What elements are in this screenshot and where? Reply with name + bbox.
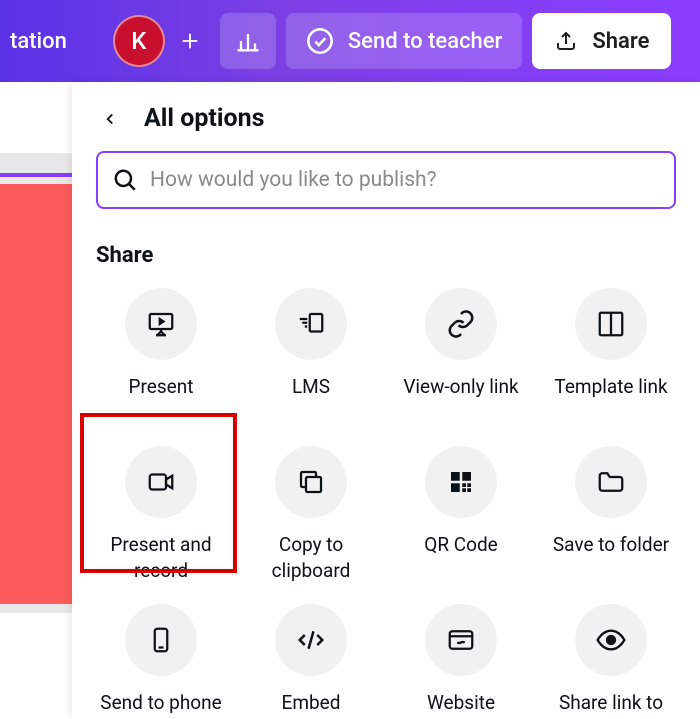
qr-code-icon bbox=[446, 467, 476, 497]
option-website[interactable]: Website bbox=[386, 598, 536, 719]
chevron-left-icon bbox=[101, 110, 119, 128]
website-icon bbox=[446, 625, 476, 655]
option-present-and-record[interactable]: Present and record bbox=[86, 440, 236, 590]
option-label: Save to folder bbox=[553, 532, 669, 584]
option-label: LMS bbox=[292, 374, 330, 426]
share-panel: All options Share Present LMS View-only … bbox=[72, 82, 700, 719]
option-send-to-phone[interactable]: Send to phone bbox=[86, 598, 236, 719]
phone-icon bbox=[146, 625, 176, 655]
option-label: Embed bbox=[282, 690, 341, 719]
option-present[interactable]: Present bbox=[86, 282, 236, 432]
copy-icon bbox=[296, 467, 326, 497]
share-button[interactable]: Share bbox=[532, 13, 671, 69]
option-copy-to-clipboard[interactable]: Copy to clipboard bbox=[236, 440, 386, 590]
canvas-slide bbox=[0, 184, 80, 604]
option-label: Template link bbox=[554, 374, 667, 426]
option-lms[interactable]: LMS bbox=[236, 282, 386, 432]
option-label: Present and record bbox=[90, 532, 232, 584]
lms-icon bbox=[296, 309, 326, 339]
option-label: Present bbox=[129, 374, 194, 426]
avatar[interactable]: K bbox=[113, 15, 165, 67]
send-to-teacher-button[interactable]: Send to teacher bbox=[286, 13, 522, 69]
panel-header: All options bbox=[72, 82, 700, 151]
add-collaborator-button[interactable] bbox=[170, 21, 210, 61]
search-icon bbox=[112, 167, 138, 193]
options-scroll[interactable]: Share Present LMS View-only link Templat… bbox=[72, 227, 700, 719]
top-toolbar: tation K Send to teacher Share bbox=[0, 0, 700, 82]
option-template-link[interactable]: Template link bbox=[536, 282, 686, 432]
link-icon bbox=[446, 309, 476, 339]
option-label: QR Code bbox=[424, 532, 498, 584]
option-save-to-folder[interactable]: Save to folder bbox=[536, 440, 686, 590]
option-label: Send to phone bbox=[100, 690, 221, 719]
canvas-accent bbox=[0, 173, 80, 177]
option-label: Share link to watch bbox=[540, 690, 682, 719]
video-camera-icon bbox=[146, 467, 176, 497]
option-label: View-only link bbox=[403, 374, 518, 426]
check-circle-icon bbox=[306, 27, 334, 55]
share-button-label: Share bbox=[592, 29, 649, 54]
bar-chart-icon bbox=[234, 27, 262, 55]
panel-title: All options bbox=[144, 104, 264, 133]
analytics-button[interactable] bbox=[220, 13, 276, 69]
send-to-teacher-label: Send to teacher bbox=[348, 29, 502, 54]
folder-icon bbox=[596, 467, 626, 497]
section-title-share: Share bbox=[86, 237, 686, 282]
eye-icon bbox=[595, 624, 627, 656]
back-button[interactable] bbox=[96, 105, 124, 133]
option-view-only-link[interactable]: View-only link bbox=[386, 282, 536, 432]
present-icon bbox=[146, 309, 176, 339]
option-share-link-to-watch[interactable]: Share link to watch bbox=[536, 598, 686, 719]
doc-title-partial: tation bbox=[10, 29, 67, 54]
option-embed[interactable]: Embed bbox=[236, 598, 386, 719]
option-qr-code[interactable]: QR Code bbox=[386, 440, 536, 590]
search-input[interactable] bbox=[150, 168, 660, 192]
search-field-wrap[interactable] bbox=[96, 151, 676, 209]
options-grid: Present LMS View-only link Template link… bbox=[86, 282, 686, 719]
avatar-letter: K bbox=[131, 27, 146, 55]
upload-icon bbox=[554, 29, 578, 53]
template-icon bbox=[596, 309, 626, 339]
option-label: Copy to clipboard bbox=[240, 532, 382, 584]
option-label: Website bbox=[427, 690, 495, 719]
code-icon bbox=[296, 625, 326, 655]
